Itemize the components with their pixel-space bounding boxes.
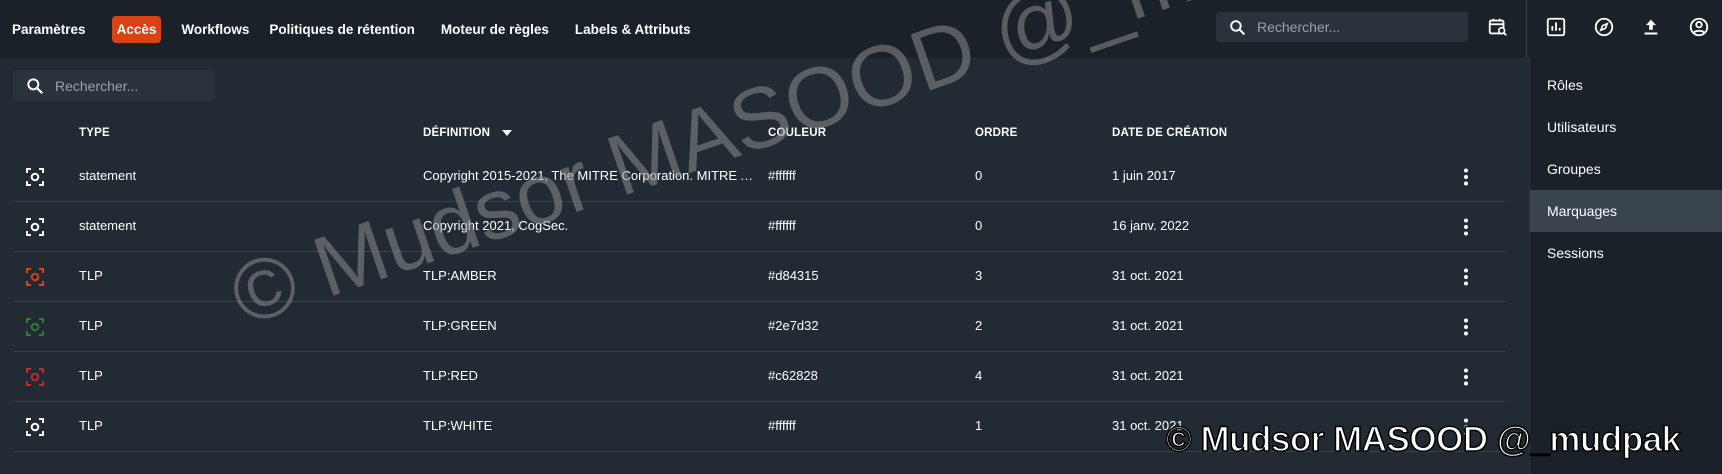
account-circle-icon[interactable]: [1686, 14, 1712, 40]
cell-definition: TLP:AMBER: [423, 268, 497, 283]
cell-type: TLP: [79, 318, 103, 333]
cell-order: 2: [975, 318, 983, 333]
search-icon: [1230, 19, 1245, 35]
table-header: TYPE DÉFINITION COULEUR ORDRE DATE DE CR…: [14, 114, 1505, 152]
cell-created: 31 oct. 2021: [1112, 268, 1184, 283]
cell-type: TLP: [79, 418, 103, 433]
settings-nav: Paramètres Accès Workflows Politiques de…: [0, 0, 717, 58]
markings-search-input[interactable]: [55, 77, 236, 94]
table-row[interactable]: TLP TLP:RED #c62828 4 31 oct. 2021: [14, 352, 1505, 402]
side-item-roles[interactable]: Rôles: [1530, 64, 1722, 106]
nav-item-parametres[interactable]: Paramètres: [12, 16, 86, 43]
column-header-color[interactable]: COULEUR: [768, 127, 826, 139]
cell-created: 16 janv. 2022: [1112, 218, 1190, 233]
cell-created: 31 oct. 2021: [1112, 368, 1184, 383]
marking-focus-icon: [26, 268, 44, 286]
sort-descending-icon: [502, 129, 513, 136]
more-vertical-icon[interactable]: [1455, 216, 1477, 238]
cell-order: 1: [975, 418, 983, 433]
table-row[interactable]: statement Copyright 2021, CogSec. #ffffff 0…: [14, 202, 1505, 252]
more-vertical-icon[interactable]: [1455, 266, 1477, 288]
more-vertical-icon[interactable]: [1455, 366, 1477, 388]
more-vertical-icon[interactable]: [1455, 166, 1477, 188]
column-header-definition[interactable]: DÉFINITION: [423, 127, 513, 139]
column-header-created[interactable]: DATE DE CRÉATION: [1112, 127, 1227, 139]
calendar-search-icon[interactable]: [1485, 14, 1511, 40]
table-body: statement Copyright 2015-2021, The MITRE …: [14, 152, 1505, 452]
side-item-sessions[interactable]: Sessions: [1530, 232, 1722, 274]
side-item-groups[interactable]: Groupes: [1530, 148, 1722, 190]
cell-color: #ffffff: [768, 168, 796, 183]
side-item-users[interactable]: Utilisateurs: [1530, 106, 1722, 148]
access-side-menu: Rôles Utilisateurs Groupes Marquages Ses…: [1529, 58, 1722, 474]
nav-item-retention-policies[interactable]: Politiques de rétention: [269, 16, 415, 43]
toolbar-divider: [1526, 0, 1527, 58]
global-search-input[interactable]: [1257, 19, 1447, 35]
cell-order: 3: [975, 268, 983, 283]
cell-definition: Copyright 2021, CogSec.: [423, 218, 569, 233]
compass-icon[interactable]: [1591, 14, 1617, 40]
cell-definition: TLP:GREEN: [423, 318, 497, 333]
global-search-box: [1216, 12, 1468, 42]
column-header-order[interactable]: ORDRE: [975, 127, 1018, 139]
cell-order: 0: [975, 168, 983, 183]
markings-search-box: [13, 70, 236, 101]
column-header-type[interactable]: TYPE: [79, 127, 110, 139]
cell-type: TLP: [79, 268, 103, 283]
cell-color: #ffffff: [768, 418, 796, 433]
marking-focus-icon: [26, 368, 44, 386]
table-row[interactable]: statement Copyright 2015-2021, The MITRE …: [14, 152, 1505, 202]
cell-type: statement: [79, 218, 137, 233]
more-vertical-icon[interactable]: [1455, 316, 1477, 338]
cell-order: 0: [975, 218, 983, 233]
marking-focus-icon: [26, 218, 44, 236]
side-item-markings[interactable]: Marquages: [1530, 190, 1722, 232]
cell-color: #ffffff: [768, 218, 796, 233]
marking-focus-icon: [26, 168, 44, 186]
table-row[interactable]: TLP TLP:AMBER #d84315 3 31 oct. 2021: [14, 252, 1505, 302]
nav-item-labels-attributes[interactable]: Labels & Attributs: [575, 16, 691, 43]
cell-definition: TLP:WHITE: [423, 418, 493, 433]
cell-color: #c62828: [768, 368, 818, 383]
top-bar: Paramètres Accès Workflows Politiques de…: [0, 0, 1722, 58]
marking-focus-icon: [26, 418, 44, 436]
dashboard-icon[interactable]: [1543, 14, 1569, 40]
cell-order: 4: [975, 368, 983, 383]
cell-created: 1 juin 2017: [1112, 168, 1176, 183]
nav-item-workflows[interactable]: Workflows: [181, 16, 249, 43]
upload-icon[interactable]: [1638, 14, 1664, 40]
nav-item-acces[interactable]: Accès: [111, 15, 162, 43]
cell-definition: Copyright 2015-2021, The MITRE Corporati…: [423, 168, 757, 183]
nav-item-rules-engine[interactable]: Moteur de règles: [441, 16, 549, 43]
column-header-definition-label: DÉFINITION: [423, 127, 491, 139]
cell-created: 31 oct. 2021: [1112, 318, 1184, 333]
cell-created: 31 oct. 2021: [1112, 418, 1184, 433]
more-vertical-icon[interactable]: [1455, 416, 1477, 438]
table-row[interactable]: TLP TLP:WHITE #ffffff 1 31 oct. 2021: [14, 402, 1505, 452]
cell-definition: TLP:RED: [423, 368, 478, 383]
cell-type: TLP: [79, 368, 103, 383]
table-row[interactable]: TLP TLP:GREEN #2e7d32 2 31 oct. 2021: [14, 302, 1505, 352]
cell-type: statement: [79, 168, 137, 183]
search-icon: [27, 77, 43, 94]
cell-color: #2e7d32: [768, 318, 819, 333]
marking-focus-icon: [26, 318, 44, 336]
cell-color: #d84315: [768, 268, 819, 283]
markings-table: TYPE DÉFINITION COULEUR ORDRE DATE DE CR…: [14, 114, 1505, 452]
